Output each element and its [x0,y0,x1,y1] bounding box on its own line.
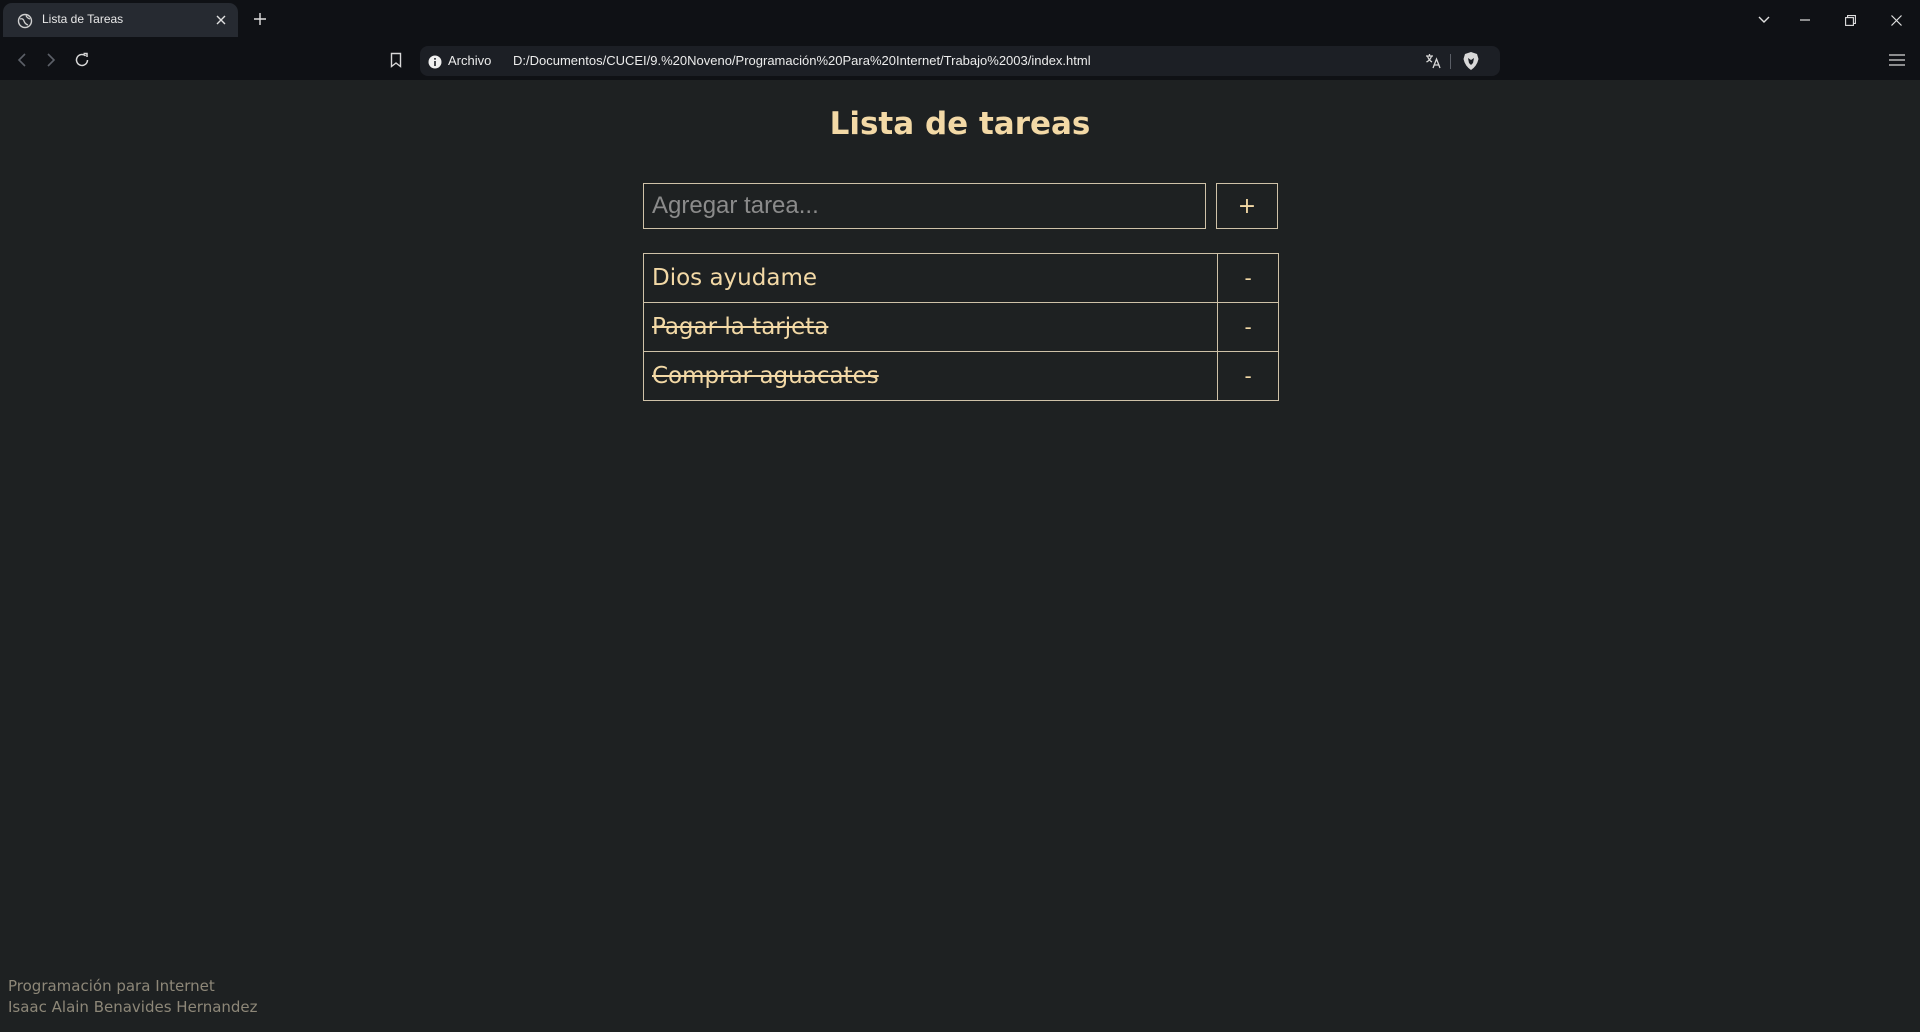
close-window-icon[interactable] [1884,8,1908,32]
forward-icon[interactable] [39,48,63,72]
address-bar[interactable]: Archivo D:/Documentos/CUCEI/9.%20Noveno/… [420,46,1500,76]
restore-icon[interactable] [1838,8,1862,32]
footer-course: Programación para Internet [8,977,215,995]
tab-title: Lista de Tareas [42,12,124,26]
tab-bar: Lista de Tareas [0,0,1920,40]
task-list: Dios ayudame - Pagar la tarjeta - Compra… [643,253,1279,401]
back-icon[interactable] [10,48,34,72]
info-icon[interactable] [428,54,442,69]
task-item: Dios ayudame - [643,253,1279,303]
remove-task-button[interactable]: - [1217,254,1278,302]
new-tab-icon[interactable] [250,9,270,29]
add-task-button[interactable]: + [1216,183,1278,229]
browser-tab[interactable]: Lista de Tareas [3,3,238,37]
page-footer: Programación para Internet Isaac Alain B… [8,976,258,1018]
url-text[interactable]: D:/Documentos/CUCEI/9.%20Noveno/Programa… [513,53,1091,68]
footer-author: Isaac Alain Benavides Hernandez [8,998,258,1016]
task-input[interactable] [643,183,1206,229]
page-title: Lista de tareas [829,106,1091,142]
task-text[interactable]: Dios ayudame [644,254,1217,302]
brave-shields-icon[interactable] [1462,51,1480,71]
translate-icon[interactable] [1424,52,1442,70]
task-item: Pagar la tarjeta - [643,302,1279,352]
task-text-completed[interactable]: Comprar aguacates [644,352,1217,400]
task-text-completed[interactable]: Pagar la tarjeta [644,303,1217,351]
remove-task-button[interactable]: - [1217,352,1278,400]
globe-icon [17,13,33,29]
reload-icon[interactable] [70,48,94,72]
bookmark-icon[interactable] [384,48,408,72]
close-tab-icon[interactable] [211,10,231,30]
menu-icon[interactable] [1885,48,1909,72]
minimize-icon[interactable] [1793,8,1817,32]
tab-list-chevron-icon[interactable] [1752,8,1776,32]
address-bar-divider [1450,54,1451,69]
remove-task-button[interactable]: - [1217,303,1278,351]
task-item: Comprar aguacates - [643,351,1279,401]
url-scheme-label: Archivo [448,53,492,68]
